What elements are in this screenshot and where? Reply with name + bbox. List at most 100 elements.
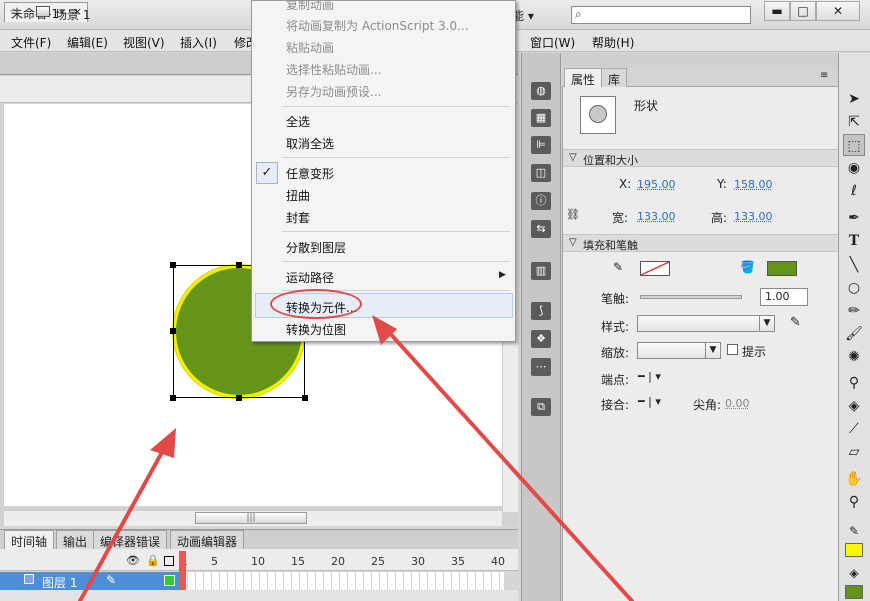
eye-icon[interactable]: 👁 xyxy=(126,554,140,567)
cap-select[interactable]: ━ | ▾ xyxy=(638,370,661,383)
stroke-width-input[interactable]: 1.00 xyxy=(760,288,808,306)
hand-tool-icon[interactable]: ✋ xyxy=(843,468,865,490)
deco-tool-icon[interactable]: ✺ xyxy=(843,346,865,368)
swatches-panel-icon[interactable]: ▦ xyxy=(531,109,551,127)
transform-panel-icon[interactable]: ◫ xyxy=(531,164,551,182)
menu-insert[interactable]: 插入(I) xyxy=(180,34,217,51)
pencil-tool-icon[interactable]: ✏ xyxy=(843,300,865,322)
tab-library[interactable]: 库 xyxy=(601,68,628,87)
lock-icon[interactable]: 🔒 xyxy=(146,554,160,567)
tab-compiler-errors[interactable]: 编译器错误 xyxy=(93,530,168,549)
components-panel-icon[interactable]: ❖ xyxy=(531,330,551,348)
menu-item-deselect-all[interactable]: 取消全选 xyxy=(286,135,334,152)
menu-item-save-motion-preset[interactable]: 另存为动画预设... xyxy=(286,83,381,100)
menu-item-distort[interactable]: 扭曲 xyxy=(286,187,310,204)
outline-icon[interactable] xyxy=(164,556,174,566)
section-fill-stroke[interactable]: ▽ 填充和笔触 xyxy=(563,234,838,252)
back-arrow-icon[interactable]: ⇦ xyxy=(10,4,21,19)
panel-collapse-bar[interactable] xyxy=(562,53,838,67)
join-select[interactable]: ━ | ▾ xyxy=(638,395,661,408)
menu-item-paste-motion-special[interactable]: 选择性粘贴动画... xyxy=(286,61,381,78)
color-panel-icon[interactable]: ◍ xyxy=(531,82,551,100)
help-search-input[interactable]: ⌕ xyxy=(571,6,751,24)
section-position-size[interactable]: ▽ 位置和大小 xyxy=(563,149,838,167)
tab-timeline[interactable]: 时间轴 xyxy=(4,530,55,549)
actions-panel-icon[interactable]: ⟆ xyxy=(531,302,551,320)
selection-tool-icon[interactable]: ➤ xyxy=(843,88,865,110)
maximize-button[interactable]: □ xyxy=(790,1,816,21)
menu-help[interactable]: 帮助(H) xyxy=(592,34,634,51)
tab-properties[interactable]: 属性 xyxy=(564,68,603,87)
hinting-checkbox[interactable] xyxy=(727,344,738,355)
eyedropper-tool-icon[interactable]: ⟋ xyxy=(843,418,865,440)
menu-item-select-all[interactable]: 全选 xyxy=(286,113,310,130)
height-value[interactable]: 133.00 xyxy=(734,210,773,223)
transform-handle[interactable] xyxy=(236,262,242,268)
menu-window[interactable]: 窗口(W) xyxy=(530,34,575,51)
menu-file[interactable]: 文件(F) xyxy=(11,34,51,51)
horizontal-scroll-thumb[interactable]: ||| xyxy=(195,512,307,524)
scale-select[interactable]: ▼ xyxy=(637,342,721,359)
panel-menu-icon[interactable]: ≡ xyxy=(820,70,828,81)
miter-value[interactable]: 0.00 xyxy=(725,397,750,410)
transform-handle[interactable] xyxy=(236,395,242,401)
menu-item-envelope[interactable]: 封套 xyxy=(286,209,310,226)
menu-view[interactable]: 视图(V) xyxy=(123,34,165,51)
library-panel-icon[interactable]: ▥ xyxy=(531,262,551,280)
menu-item-motion-path[interactable]: 运动路径 xyxy=(286,269,334,286)
menu-item-distribute-to-layers[interactable]: 分散到图层 xyxy=(286,239,346,256)
stroke-color-swatch[interactable] xyxy=(640,261,670,276)
paint-bucket-icon: 🪣 xyxy=(740,260,755,274)
scene-panel-icon[interactable]: ⇆ xyxy=(531,220,551,238)
tab-output[interactable]: 输出 xyxy=(56,530,95,549)
motion-presets-icon[interactable]: ⋯ xyxy=(531,358,551,376)
subselection-tool-icon[interactable]: ⇱ xyxy=(843,111,865,133)
oval-tool-icon[interactable]: ○ xyxy=(843,277,865,299)
fill-color-chip[interactable] xyxy=(845,585,863,599)
frame-grid[interactable] xyxy=(180,572,504,590)
free-transform-tool-icon[interactable]: ⬚ xyxy=(843,134,865,156)
stroke-color-chip[interactable] xyxy=(845,543,863,557)
hinting-label: 提示 xyxy=(742,345,767,359)
y-value[interactable]: 158.00 xyxy=(734,178,773,191)
bone-tool-icon[interactable]: ⚲ xyxy=(843,372,865,394)
line-tool-icon[interactable]: ╲ xyxy=(843,254,865,276)
paint-bucket-tool-icon[interactable]: ◈ xyxy=(843,395,865,417)
close-button[interactable]: ✕ xyxy=(816,1,860,21)
minimize-button[interactable]: ▬ xyxy=(764,1,790,21)
lasso-tool-icon[interactable]: ℓ xyxy=(843,180,865,202)
transform-handle[interactable] xyxy=(170,395,176,401)
frame-number: 40 xyxy=(491,555,505,568)
width-value[interactable]: 133.00 xyxy=(637,210,676,223)
brush-tool-icon[interactable]: 🖌 xyxy=(843,323,865,345)
transform-handle[interactable] xyxy=(170,262,176,268)
zoom-tool-icon[interactable]: ⚲ xyxy=(843,491,865,513)
project-panel-icon[interactable]: ⧉ xyxy=(531,398,551,416)
miter-label: 尖角: xyxy=(693,398,722,412)
transform-handle[interactable] xyxy=(170,328,176,334)
stroke-width-slider[interactable] xyxy=(640,295,742,299)
menu-item-copy-motion-as3[interactable]: 将动画复制为 ActionScript 3.0... xyxy=(286,17,469,34)
fill-color-swatch[interactable] xyxy=(767,261,797,276)
link-proportions-icon[interactable]: ⛓ xyxy=(566,208,580,221)
pen-tool-icon[interactable]: ✒ xyxy=(843,207,865,229)
layer-row[interactable]: 图层 1 ✎ xyxy=(0,572,180,590)
edit-style-pencil-icon[interactable]: ✎ xyxy=(790,315,801,330)
frame-number: 30 xyxy=(411,555,425,568)
transform-handle[interactable] xyxy=(302,395,308,401)
layer-color-swatch[interactable] xyxy=(164,575,175,586)
menu-separator xyxy=(282,157,510,158)
menu-item-paste-motion[interactable]: 粘贴动画 xyxy=(286,39,334,56)
align-panel-icon[interactable]: ⊫ xyxy=(531,136,551,154)
text-tool-icon[interactable]: T xyxy=(843,230,865,252)
eraser-tool-icon[interactable]: ▱ xyxy=(843,441,865,463)
menu-item-convert-to-bitmap[interactable]: 转换为位图 xyxy=(286,321,346,338)
menu-item-free-transform[interactable]: 任意变形 xyxy=(286,165,334,182)
3d-rotation-tool-icon[interactable]: ◉ xyxy=(843,157,865,179)
info-panel-icon[interactable]: ⓘ xyxy=(531,192,551,210)
menu-edit[interactable]: 编辑(E) xyxy=(67,34,108,51)
menu-item-copy-motion[interactable]: 复制动画 xyxy=(286,0,334,13)
stroke-style-select[interactable]: ▼ xyxy=(637,315,775,332)
x-value[interactable]: 195.00 xyxy=(637,178,676,191)
tab-motion-editor[interactable]: 动画编辑器 xyxy=(170,530,245,549)
